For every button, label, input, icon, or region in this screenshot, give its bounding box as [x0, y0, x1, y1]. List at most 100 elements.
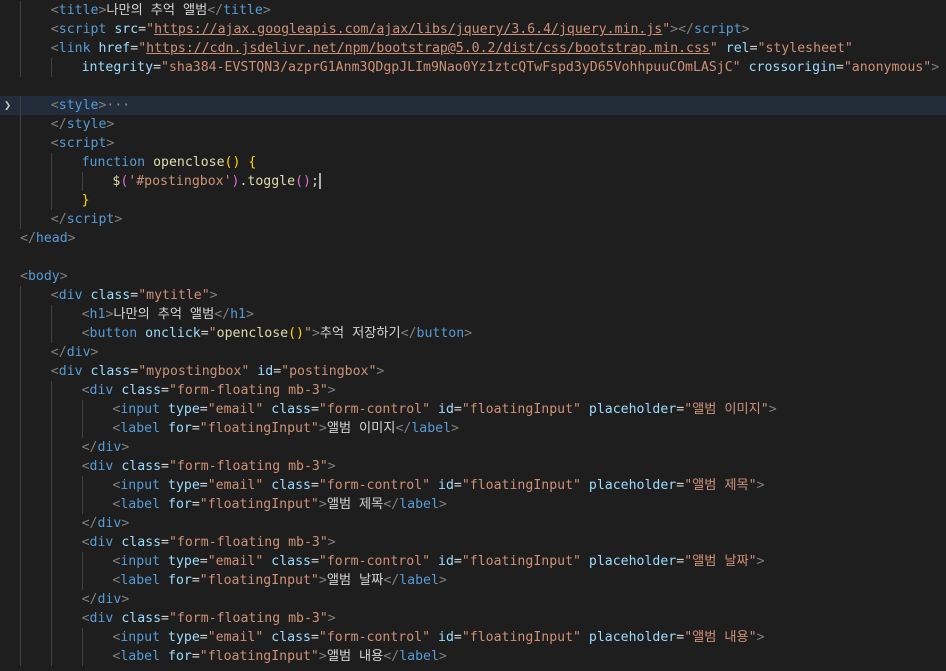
bracket: < — [81, 611, 90, 626]
text — [430, 478, 438, 493]
code-line[interactable]: <div class="form-floating mb-3"> — [0, 533, 946, 552]
tag-name: div — [97, 440, 122, 455]
code-line[interactable]: <label for="floatingInput">앨범 제목</label> — [0, 495, 946, 514]
tag-name: div — [89, 383, 114, 398]
attribute-name: type — [168, 554, 200, 569]
string-literal: "앨범 내용" — [684, 630, 757, 645]
string-literal: "floatingInput" — [199, 421, 319, 436]
bracket: </ — [81, 440, 98, 455]
code-line[interactable]: <button onclick="openclose()">추억 저장하기</b… — [0, 324, 946, 343]
code-line-content: <style>··· — [51, 96, 130, 115]
code-line[interactable]: <script src="https://ajax.googleapis.com… — [0, 20, 946, 39]
text: 나만의 추억 앨범 — [106, 3, 208, 18]
code-line[interactable]: <div class="form-floating mb-3"> — [0, 609, 946, 628]
string-literal: " — [709, 41, 718, 56]
code-line[interactable] — [0, 77, 946, 96]
indent-guide — [50, 400, 52, 419]
code-line[interactable] — [0, 248, 946, 267]
code-line[interactable]: <label for="floatingInput">앨범 날짜</label> — [0, 571, 946, 590]
code-line-content: <input type="email" class="form-control"… — [112, 476, 764, 495]
indent-guide — [50, 552, 52, 571]
attribute-name: class — [90, 364, 131, 379]
text: 앨범 날짜 — [326, 573, 384, 588]
indent-guide — [20, 381, 21, 400]
indent-guide — [50, 305, 52, 324]
string-literal: "form-floating mb-3" — [168, 611, 328, 626]
tag-name: label — [399, 573, 439, 588]
code-line[interactable]: <input type="email" class="form-control"… — [0, 400, 946, 419]
attribute-name: type — [168, 402, 200, 417]
bracket: } — [81, 193, 90, 208]
tag-name: label — [399, 497, 439, 512]
indent-guide — [20, 419, 21, 438]
code-line-content: <div class="form-floating mb-3"> — [82, 457, 336, 476]
text — [581, 402, 589, 417]
code-line[interactable]: </div> — [0, 514, 946, 533]
attribute-name: placeholder — [588, 478, 677, 493]
code-line[interactable]: </head> — [0, 229, 946, 248]
text: = — [676, 478, 685, 493]
bracket: > — [318, 497, 327, 512]
text: = — [749, 41, 758, 56]
bracket: </ — [383, 497, 400, 512]
string-literal: "floatingInput" — [199, 649, 319, 664]
indent-guide — [20, 20, 21, 39]
string-literal: "mypostingbox" — [138, 364, 250, 379]
code-line[interactable]: <div class="form-floating mb-3"> — [0, 381, 946, 400]
url-link[interactable]: https://cdn.jsdelivr.net/npm/bootstrap@5… — [146, 41, 710, 56]
code-line[interactable]: </div> — [0, 343, 946, 362]
indent-guide — [20, 286, 21, 305]
code-line[interactable]: <script> — [0, 134, 946, 153]
code-line[interactable]: <div class="form-floating mb-3"> — [0, 457, 946, 476]
code-line[interactable]: </div> — [0, 438, 946, 457]
code-line[interactable]: ❯ <style>··· — [0, 96, 946, 115]
indent-guide — [20, 172, 21, 191]
text: = — [453, 630, 462, 645]
tag-name: label — [120, 497, 161, 512]
string-literal: "form-floating mb-3" — [168, 383, 328, 398]
code-line[interactable]: <input type="email" class="form-control"… — [0, 552, 946, 571]
code-line[interactable]: <div class="mypostingbox" id="postingbox… — [0, 362, 946, 381]
code-line[interactable]: </script> — [0, 210, 946, 229]
indent-guide — [20, 115, 21, 134]
bracket: > — [59, 269, 68, 284]
code-line[interactable]: <div class="mytitle"> — [0, 286, 946, 305]
indent-guide — [20, 58, 21, 77]
code-line[interactable]: integrity="sha384-EVSTQN3/azprG1Anm3QDgp… — [0, 58, 946, 77]
tag-name: div — [58, 288, 83, 303]
chevron-right-icon[interactable]: ❯ — [4, 96, 11, 115]
indent-guide — [50, 476, 52, 495]
code-line[interactable]: <link href="https://cdn.jsdelivr.net/npm… — [0, 39, 946, 58]
bracket: </ — [383, 649, 400, 664]
indent-guide — [20, 400, 21, 419]
code-line[interactable]: <input type="email" class="form-control"… — [0, 476, 946, 495]
code-line[interactable]: } — [0, 191, 946, 210]
code-line-content: <label for="floatingInput">앨범 내용</label> — [112, 647, 446, 666]
tag-name: style — [58, 98, 99, 113]
code-line[interactable]: <h1>나만의 추억 앨범</h1> — [0, 305, 946, 324]
code-line[interactable]: </div> — [0, 590, 946, 609]
code-line[interactable]: <title>나만의 추억 앨범</title> — [0, 1, 946, 20]
text — [430, 630, 438, 645]
code-line[interactable]: function openclose() { — [0, 153, 946, 172]
text: = — [453, 478, 462, 493]
indent-guide — [81, 628, 83, 647]
bracket: < — [50, 22, 59, 37]
code-line[interactable]: <label for="floatingInput">앨범 이미지</label… — [0, 419, 946, 438]
indent-guide — [50, 533, 52, 552]
text — [581, 478, 589, 493]
code-line[interactable]: <label for="floatingInput">앨범 내용</label> — [0, 647, 946, 666]
code-line[interactable]: <input type="email" class="form-control"… — [0, 628, 946, 647]
string-literal: "email" — [207, 554, 264, 569]
indent-guide — [50, 514, 52, 533]
tag-name: head — [35, 231, 68, 246]
code-line[interactable]: </style> — [0, 115, 946, 134]
code-line[interactable]: <body> — [0, 267, 946, 286]
code-editor[interactable]: <title>나만의 추억 앨범</title> <script src="htt… — [0, 0, 946, 671]
string-literal: "email" — [207, 630, 264, 645]
code-line-content: <label for="floatingInput">앨범 날짜</label> — [112, 571, 446, 590]
indent-guide — [81, 552, 83, 571]
indent-guide — [81, 172, 83, 191]
url-link[interactable]: https://ajax.googleapis.com/ajax/libs/jq… — [154, 22, 662, 37]
code-line[interactable]: $('#postingbox').toggle(); — [0, 172, 946, 191]
